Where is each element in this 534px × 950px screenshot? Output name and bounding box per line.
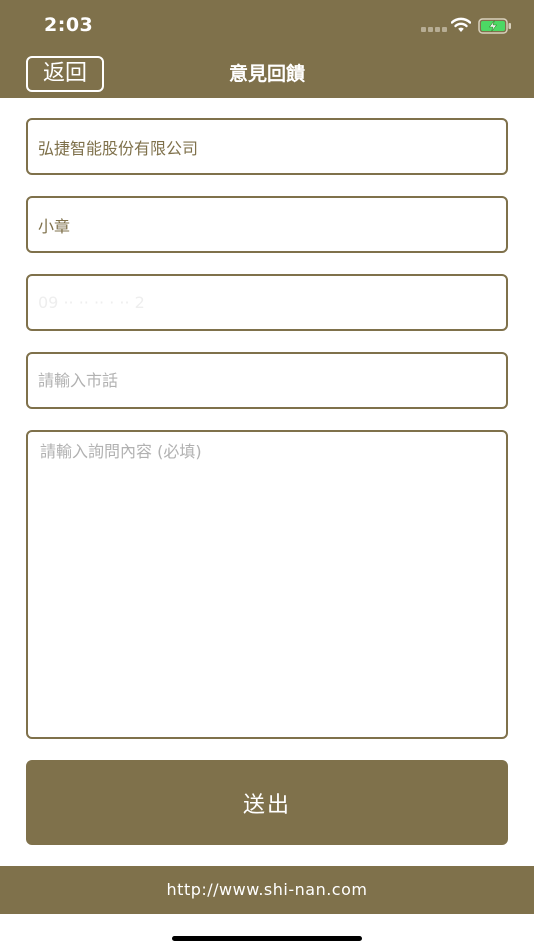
phone-field[interactable] <box>26 352 508 409</box>
company-field[interactable] <box>26 118 508 175</box>
mobile-field[interactable] <box>26 274 508 331</box>
home-indicator[interactable] <box>172 936 362 941</box>
footer-url: http://www.shi-nan.com <box>0 866 534 914</box>
wifi-icon <box>451 17 471 32</box>
battery-charging-icon <box>478 18 511 34</box>
top-bar: 2:03 返回 意見回饋 <box>0 0 534 98</box>
status-time: 2:03 <box>44 14 94 36</box>
message-textarea[interactable] <box>26 430 508 739</box>
name-field[interactable] <box>26 196 508 253</box>
page-title: 意見回饋 <box>228 63 305 85</box>
submit-button[interactable]: 送出 <box>26 760 508 845</box>
cellular-signal-icon <box>421 27 447 33</box>
